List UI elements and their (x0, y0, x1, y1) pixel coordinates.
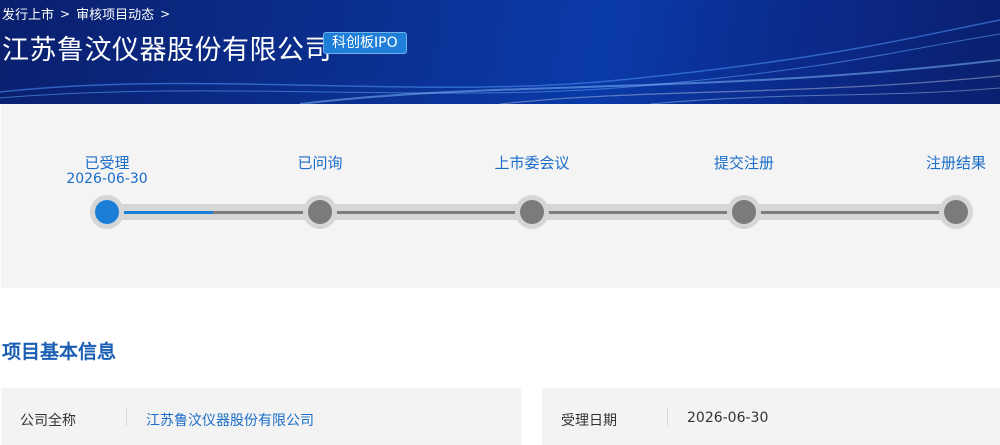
step-label-inquired: 已问询 (297, 154, 343, 172)
breadcrumb-item-issue-listing[interactable]: 发行上市 (2, 4, 54, 23)
company-full-name-link[interactable]: 江苏鲁汶仪器股份有限公司 (146, 410, 314, 430)
company-full-name-label: 公司全称 (20, 413, 76, 429)
step-node-accepted (90, 195, 124, 229)
step-node-registration-result (939, 195, 973, 229)
step-dot (732, 200, 756, 224)
step-node-listing-committee (515, 195, 549, 229)
step-date-accepted: 2026-06-30 (66, 171, 148, 187)
info-card-company-name: 公司全称 江苏鲁汶仪器股份有限公司 (1, 388, 521, 445)
step-dot (95, 200, 119, 224)
step-dot (944, 200, 968, 224)
section-title: 项目基本信息 (2, 341, 117, 363)
step-label-listing-committee: 上市委会议 (494, 154, 570, 172)
step-label-accepted: 已受理 (84, 154, 130, 172)
accept-date-value: 2026-06-30 (687, 410, 769, 426)
board-badge: 科创板IPO (323, 32, 407, 54)
step-node-inquired (303, 195, 337, 229)
info-card-accept-date: 受理日期 2026-06-30 (542, 388, 1000, 445)
progress-panel: 已受理 2026-06-30 已问询 上市委会议 提交注册 注册结果 (1, 104, 1000, 288)
chevron-right-icon: > (160, 6, 171, 21)
header-banner: 发行上市 > 审核项目动态 > 江苏鲁汶仪器股份有限公司 科创板IPO (0, 0, 1000, 104)
step-dot (308, 200, 332, 224)
divider (667, 408, 668, 426)
step-label-submit-registration: 提交注册 (713, 154, 775, 172)
divider (126, 408, 127, 426)
breadcrumb: 发行上市 > 审核项目动态 > (2, 4, 171, 24)
step-label-registration-result: 注册结果 (925, 154, 987, 172)
page-title: 江苏鲁汶仪器股份有限公司 (2, 35, 332, 66)
chevron-right-icon: > (60, 6, 71, 21)
step-dot (520, 200, 544, 224)
breadcrumb-item-review-dynamics[interactable]: 审核项目动态 (76, 4, 154, 23)
accept-date-label: 受理日期 (561, 413, 617, 429)
step-node-submit-registration (727, 195, 761, 229)
